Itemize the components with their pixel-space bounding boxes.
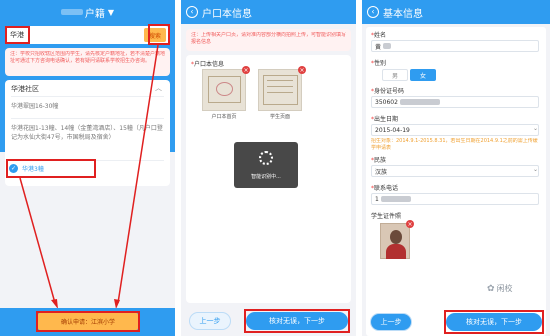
header-bar: ‹ 基本信息: [362, 0, 550, 24]
phone-field[interactable]: 1: [371, 193, 539, 205]
student-page-photo[interactable]: [258, 69, 302, 111]
page-title: 户口本信息: [202, 8, 252, 20]
ethnic-select[interactable]: 汉族: [371, 165, 539, 177]
back-icon[interactable]: ‹: [367, 6, 379, 18]
phone-screen-hukou: ‹ 户口本信息 注：上传相关户口页，请对准内容部分横向拍照上传，可智能识别填写报…: [181, 0, 356, 336]
back-icon[interactable]: ‹: [186, 6, 198, 18]
prev-button[interactable]: 上一步: [370, 313, 412, 331]
gender-female-option[interactable]: 女: [410, 69, 436, 81]
notice-box: 注：上传相关户口页，请对准内容部分横向拍照上传，可智能识别填写报名信息: [186, 29, 351, 51]
gender-male-option[interactable]: 男: [382, 69, 408, 81]
prev-button[interactable]: 上一步: [189, 312, 231, 330]
photo-caption: 学生页面: [269, 114, 290, 120]
id-label: *身份证号码: [371, 88, 405, 95]
notice-text: 注：上传相关户口页，请对准内容部分横向拍照上传，可智能识别填写报名信息: [191, 32, 347, 45]
birth-label: *出生日期: [371, 116, 399, 123]
phone-screen-basic-info: ‹ 基本信息 *姓名 黄 *性别 男 女 *身份证号码 350602 *出生日期…: [362, 0, 550, 336]
form-card: *姓名 黄 *性别 男 女 *身份证号码 350602 *出生日期 2015-0…: [366, 27, 546, 336]
chevron-down-icon: ⌄: [532, 125, 538, 132]
watermark-text: 闲校: [496, 284, 513, 293]
wechat-icon: ✿: [487, 283, 495, 294]
confirm-button[interactable]: 确认申请：江滨小学: [38, 313, 138, 330]
gender-label: *性别: [371, 60, 387, 67]
section-label: *户口本信息: [191, 61, 225, 68]
student-photo[interactable]: [380, 223, 410, 259]
tutorial-screenshot-collage: 户籍 ▼ 华港 搜索 注：学校只招收辖区范围内学生，请先核定户籍地址，若不清楚户…: [0, 0, 550, 336]
delete-icon[interactable]: ×: [242, 66, 250, 74]
page-title: 基本信息: [383, 8, 423, 20]
loading-toast: 智能识别中...: [234, 142, 298, 188]
photo-caption: 户口本首页: [211, 114, 237, 120]
ethnic-label: *民族: [371, 157, 387, 164]
loading-text: 智能识别中...: [251, 174, 281, 180]
spinner-icon: [259, 151, 273, 165]
student-photo-label: 学生证件照: [371, 213, 402, 220]
next-button[interactable]: 核对无误，下一步: [246, 312, 348, 330]
id-number-field[interactable]: 350602: [371, 96, 539, 108]
delete-icon[interactable]: ×: [406, 220, 414, 228]
delete-icon[interactable]: ×: [298, 66, 306, 74]
birth-date-field[interactable]: 2015-04-19: [371, 124, 539, 136]
phone-label: *联系电话: [371, 185, 399, 192]
watermark: ✿ 闲校: [487, 283, 513, 294]
name-label: *姓名: [371, 32, 387, 39]
hukou-front-photo[interactable]: [202, 69, 246, 111]
birth-note: 招生对象：2014.9.1-2015.8.31，若出生日期在2014.9.1之前…: [371, 138, 538, 151]
name-field[interactable]: 黄: [371, 40, 539, 52]
header-bar: ‹ 户口本信息: [181, 0, 356, 24]
phone-screen-household: 户籍 ▼ 华港 搜索 注：学校只招收辖区范围内学生，请先核定户籍地址，若不清楚户…: [0, 0, 175, 336]
next-button[interactable]: 核对无误，下一步: [446, 313, 542, 331]
chevron-down-icon: ⌄: [532, 166, 538, 173]
annotation-arrows: [19, 44, 159, 309]
